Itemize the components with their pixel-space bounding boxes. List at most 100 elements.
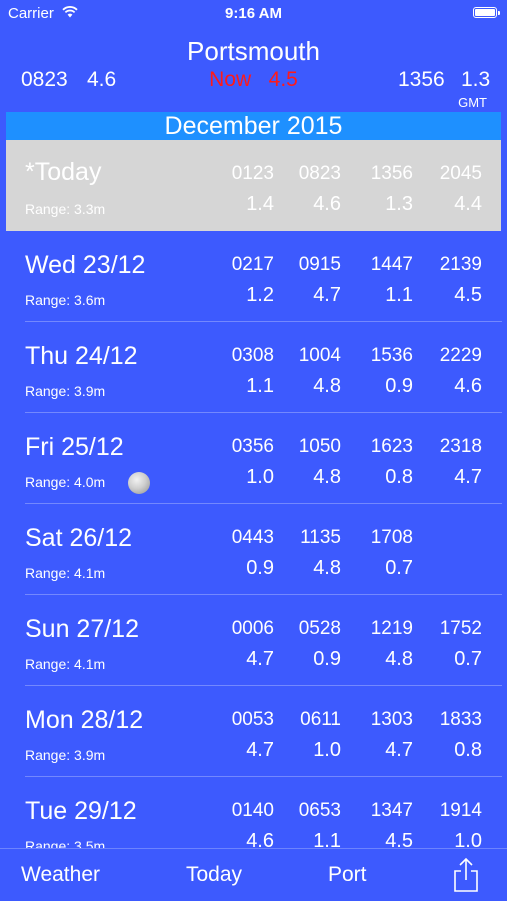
tide-time-1: 0140: [231, 800, 274, 821]
weather-button[interactable]: Weather: [21, 863, 100, 887]
today-button[interactable]: Today: [186, 863, 242, 887]
timezone-label: GMT: [458, 95, 487, 110]
day-row[interactable]: Sun 27/12 Range: 4.1m 0006 0528 1219 175…: [0, 595, 507, 686]
tide-time-2: 1004: [298, 345, 341, 366]
tide-time-2: 0915: [298, 254, 341, 275]
tide-height-2: 4.8: [313, 375, 341, 397]
range-label: Range: 3.5m: [25, 838, 106, 848]
day-row[interactable]: Wed 23/12 Range: 3.6m 0217 0915 1447 213…: [0, 231, 507, 322]
tide-time-4: 1833: [439, 709, 482, 730]
day-name: Fri 25/12: [25, 433, 124, 461]
tide-time-1: 0006: [231, 618, 274, 639]
tide-height-3: 1.1: [385, 284, 413, 306]
tide-time-3: 1536: [370, 345, 413, 366]
tide-time-3: 1303: [370, 709, 413, 730]
next-tide-time: 1356: [398, 68, 445, 91]
tide-time-3: 1356: [370, 163, 413, 184]
port-title: Portsmouth: [187, 36, 320, 66]
day-row[interactable]: Mon 28/12 Range: 3.9m 0053 0611 1303 183…: [0, 686, 507, 777]
tide-height-3: 0.8: [385, 466, 413, 488]
range-label: Range: 3.3m: [25, 201, 106, 217]
tide-time-4: 1752: [439, 618, 482, 639]
tide-time-4: 2045: [439, 163, 482, 184]
day-name: Sat 26/12: [25, 524, 133, 552]
tide-time-2: 0611: [300, 709, 341, 730]
full-moon-icon: [128, 472, 150, 494]
tide-time-2: 0823: [298, 163, 341, 184]
tide-day-list[interactable]: *Today Range: 3.3m 0123 0823 1356 2045 1…: [0, 140, 507, 848]
tide-height-1: 0.9: [246, 557, 274, 579]
tide-time-2: 1135: [300, 527, 341, 548]
day-name: Wed 23/12: [25, 251, 146, 279]
next-tide-height: 1.3: [461, 68, 491, 91]
tide-height-2: 1.0: [313, 739, 341, 761]
range-label: Range: 3.9m: [25, 383, 106, 399]
range-label: Range: 3.9m: [25, 747, 106, 763]
range-label: Range: 4.0m: [25, 474, 106, 490]
day-name: Sun 27/12: [25, 615, 139, 643]
day-row[interactable]: Thu 24/12 Range: 3.9m 0308 1004 1536 222…: [0, 322, 507, 413]
status-time: 9:16 AM: [225, 5, 282, 22]
tide-height-1: 4.6: [246, 830, 274, 848]
tide-time-1: 0123: [231, 163, 274, 184]
range-label: Range: 4.1m: [25, 656, 106, 672]
tide-height-2: 4.8: [313, 466, 341, 488]
tide-height-4: 0.7: [454, 648, 482, 670]
tide-height-1: 1.1: [246, 375, 274, 397]
tide-height-4: 4.7: [454, 466, 482, 488]
day-row[interactable]: Sat 26/12 Range: 4.1m 0443 1135 1708 0.9…: [0, 504, 507, 595]
tide-height-4: 4.4: [454, 193, 482, 215]
tide-time-2: 0653: [298, 800, 341, 821]
tide-time-3: 1219: [370, 618, 413, 639]
now-label: Now: [209, 68, 252, 91]
bottom-toolbar: Weather Today Port: [0, 848, 507, 901]
tide-time-1: 0053: [231, 709, 274, 730]
tide-time-1: 0308: [231, 345, 274, 366]
tide-height-3: 4.5: [385, 830, 413, 848]
tide-time-1: 0217: [231, 254, 274, 275]
tide-time-3: 1708: [370, 527, 413, 548]
status-bar: Carrier 9:16 AM: [0, 0, 507, 28]
port-button[interactable]: Port: [328, 863, 367, 887]
day-name: *Today: [25, 158, 102, 186]
tide-time-4: 2139: [439, 254, 482, 275]
month-header: December 2015: [6, 112, 501, 140]
now-height: 4.5: [268, 68, 298, 91]
day-name: Thu 24/12: [25, 342, 138, 370]
tide-height-4: 0.8: [454, 739, 482, 761]
tide-time-4: 1914: [439, 800, 482, 821]
tide-time-4: 2229: [439, 345, 482, 366]
tide-height-3: 1.3: [385, 193, 413, 215]
tide-height-2: 4.7: [313, 284, 341, 306]
tide-height-3: 0.7: [385, 557, 413, 579]
day-row-today[interactable]: *Today Range: 3.3m 0123 0823 1356 2045 1…: [6, 140, 501, 231]
tide-height-4: 4.5: [454, 284, 482, 306]
tide-height-4: 1.0: [454, 830, 482, 848]
tide-time-3: 1347: [370, 800, 413, 821]
tide-time-3: 1623: [370, 436, 413, 457]
tide-height-1: 1.0: [246, 466, 274, 488]
tide-time-3: 1447: [370, 254, 413, 275]
day-row[interactable]: Fri 25/12 Range: 4.0m 0356 1050 1623 231…: [0, 413, 507, 504]
day-name: Tue 29/12: [25, 797, 137, 825]
tide-time-1: 0356: [231, 436, 274, 457]
tide-height-1: 4.7: [246, 648, 274, 670]
day-name: Mon 28/12: [25, 706, 144, 734]
battery-icon: [473, 7, 500, 18]
day-row[interactable]: Tue 29/12 Range: 3.5m 0140 0653 1347 191…: [0, 777, 507, 848]
tide-time-1: 0443: [231, 527, 274, 548]
tide-height-3: 4.7: [385, 739, 413, 761]
tide-height-1: 1.2: [246, 284, 274, 306]
tide-time-4: 2318: [439, 436, 482, 457]
share-icon[interactable]: [452, 857, 480, 893]
tide-height-2: 4.6: [313, 193, 341, 215]
tide-height-4: 4.6: [454, 375, 482, 397]
tide-height-3: 4.8: [385, 648, 413, 670]
range-label: Range: 4.1m: [25, 565, 106, 581]
tide-height-1: 4.7: [246, 739, 274, 761]
tide-height-2: 4.8: [313, 557, 341, 579]
tide-time-2: 0528: [298, 618, 341, 639]
tide-height-1: 1.4: [246, 193, 274, 215]
tide-height-2: 0.9: [313, 648, 341, 670]
tide-time-2: 1050: [298, 436, 341, 457]
